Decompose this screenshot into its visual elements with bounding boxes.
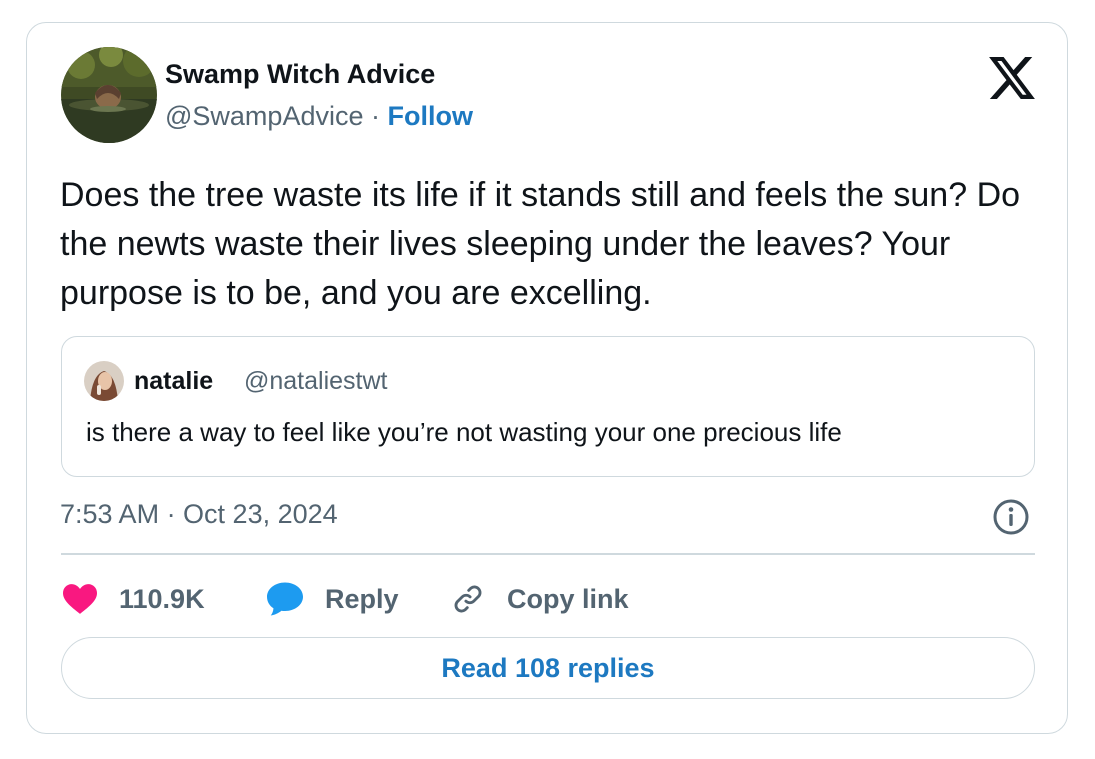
heart-icon	[63, 584, 97, 614]
x-logo-icon[interactable]	[989, 57, 1035, 99]
copy-link-label: Copy link	[507, 583, 629, 614]
tweet-text: Does the tree waste its life if it stand…	[60, 176, 1021, 312]
tweet-embed-card: Swamp Witch Advice @SwampAdvice · Follow…	[26, 22, 1068, 734]
author-name[interactable]: Swamp Witch Advice	[165, 59, 435, 90]
handle-separator: ·	[371, 101, 380, 131]
quoted-tweet[interactable]: natalie @nataliestwt is there a way to f…	[61, 336, 1035, 477]
read-replies-button[interactable]: Read 108 replies	[61, 637, 1035, 699]
like-button[interactable]: 110.9K	[63, 577, 205, 621]
like-count: 110.9K	[119, 583, 205, 614]
divider	[61, 553, 1035, 555]
author-avatar[interactable]	[61, 47, 157, 143]
info-icon[interactable]	[991, 497, 1031, 537]
reply-button[interactable]: Reply	[267, 577, 399, 621]
author-handle-row: @SwampAdvice · Follow	[165, 101, 473, 132]
quoted-author-handle: @nataliestwt	[244, 367, 388, 395]
speech-bubble-icon	[267, 582, 303, 616]
link-icon	[454, 585, 482, 613]
author-handle[interactable]: @SwampAdvice	[165, 101, 363, 131]
quoted-author-avatar	[84, 361, 124, 401]
reply-label: Reply	[325, 583, 399, 614]
follow-button[interactable]: Follow	[388, 101, 473, 131]
tweet-timestamp[interactable]: 7:53 AM · Oct 23, 2024	[60, 499, 338, 530]
quoted-tweet-text: is there a way to feel like you’re not w…	[86, 417, 842, 447]
copy-link-button[interactable]: Copy link	[451, 577, 629, 621]
quoted-author-name: natalie	[134, 367, 214, 395]
